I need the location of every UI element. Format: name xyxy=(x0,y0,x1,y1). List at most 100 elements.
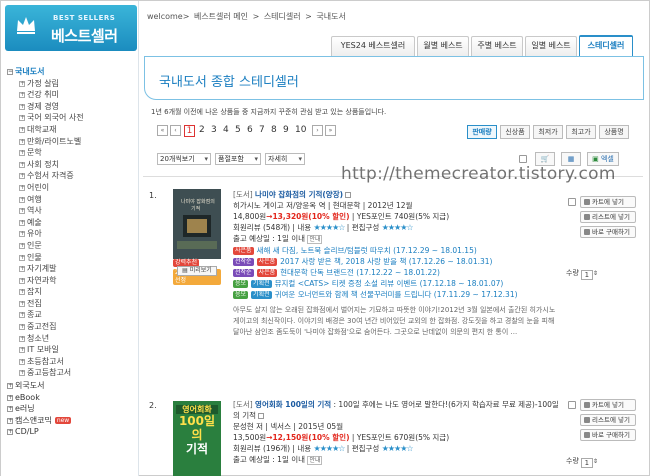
expand-icon[interactable]: + xyxy=(19,208,25,215)
sort-name[interactable]: 상품명 xyxy=(599,125,629,139)
expand-icon[interactable]: + xyxy=(19,347,25,354)
item-checkbox[interactable] xyxy=(568,198,576,206)
sidebar-subcategory[interactable]: + 인문 xyxy=(7,240,135,252)
breadcrumb-bestseller[interactable]: 베스트셀러 메인 xyxy=(194,12,248,21)
ship-info-button[interactable]: 안내 xyxy=(307,456,323,465)
expand-icon[interactable]: + xyxy=(7,406,13,413)
event-row[interactable]: 선착순 사은품 2017 사랑 받은 책, 2018 사랑 받을 책 (17.12.… xyxy=(233,256,563,267)
review-count[interactable]: 회원리뷰 (196개) | 내용 xyxy=(233,444,311,453)
book-title-link[interactable]: 나미야 잡화점의 기적 xyxy=(255,190,322,199)
sidebar-subcategory[interactable]: + 인물 xyxy=(7,252,135,264)
expand-icon[interactable]: + xyxy=(19,184,25,191)
ship-info-button[interactable]: 안내 xyxy=(307,235,323,244)
quantity-stepper[interactable]: ⇕ xyxy=(593,270,598,277)
expand-icon[interactable]: + xyxy=(19,219,25,226)
sidebar-subcategory[interactable]: + 어린이 xyxy=(7,182,135,194)
sort-sales[interactable]: 판매량 xyxy=(467,125,497,139)
page-2[interactable]: 2 xyxy=(199,125,205,136)
quantity-stepper[interactable]: ⇕ xyxy=(593,458,598,465)
sidebar-subcategory[interactable]: + 청소년 xyxy=(7,333,135,345)
sidebar-subcategory[interactable]: + 유아 xyxy=(7,228,135,240)
page-6[interactable]: 6 xyxy=(247,125,253,136)
sidebar-subcategory[interactable]: + 가정 살림 xyxy=(7,78,135,90)
page-8[interactable]: 8 xyxy=(271,125,277,136)
event-link[interactable]: 2017 사랑 받은 책, 2018 사랑 받을 책 (17.12.26 ~ 1… xyxy=(280,257,492,266)
quantity-input[interactable]: 1 xyxy=(580,458,593,468)
review-count[interactable]: 회원리뷰 (548개) | 내용 xyxy=(233,223,311,232)
buy-now-button[interactable]: 바로 구매하기 xyxy=(580,226,636,238)
page-4[interactable]: 4 xyxy=(223,125,229,136)
sort-lowest-price[interactable]: 최저가 xyxy=(533,125,563,139)
next-page-button[interactable]: › xyxy=(312,125,323,136)
expand-icon[interactable]: + xyxy=(19,277,25,284)
expand-icon[interactable]: + xyxy=(19,173,25,180)
expand-icon[interactable]: + xyxy=(19,103,25,110)
expand-icon[interactable]: + xyxy=(19,80,25,87)
expand-icon[interactable]: + xyxy=(19,254,25,261)
expand-icon[interactable]: + xyxy=(19,266,25,273)
expand-icon[interactable]: + xyxy=(19,231,25,238)
tab-steadyseller[interactable]: 스테디셀러 xyxy=(579,35,633,57)
sidebar-subcategory[interactable]: + 문학 xyxy=(7,147,135,159)
page-1[interactable]: 1 xyxy=(184,125,195,137)
tab-monthly[interactable]: 월별 베스트 xyxy=(417,36,469,56)
item-checkbox[interactable] xyxy=(568,401,576,409)
category-domestic-books[interactable]: − 국내도서 xyxy=(7,66,135,78)
expand-icon[interactable]: + xyxy=(7,383,13,390)
sidebar-subcategory[interactable]: + 중고전집 xyxy=(7,321,135,333)
event-link[interactable]: 현대문학 단독 브랜드전 (17.12.22 ~ 18.01.22) xyxy=(280,268,440,277)
expand-icon[interactable]: + xyxy=(19,138,25,145)
expand-icon[interactable]: + xyxy=(19,300,25,307)
tab-daily[interactable]: 일별 베스트 xyxy=(525,36,577,56)
sidebar-subcategory[interactable]: + 예술 xyxy=(7,217,135,229)
sidebar-subcategory[interactable]: + 수험서 자격증 xyxy=(7,170,135,182)
bestseller-logo[interactable]: BEST SELLERS 베스트셀러 xyxy=(5,5,137,51)
expand-icon[interactable]: + xyxy=(19,115,25,122)
event-row[interactable]: 응모 기획전 뮤지컬 <CATS> 티켓 증정 소설 리뷰 이벤트 (17.12.1… xyxy=(233,278,563,289)
collapse-icon[interactable]: − xyxy=(7,69,13,75)
expand-icon[interactable]: + xyxy=(19,161,25,168)
book-title-link[interactable]: 영어회화 100일의 기적 xyxy=(255,400,331,409)
book-cover-image[interactable]: 나미야 잡화점의 기적 xyxy=(173,189,221,259)
sidebar-subcategory[interactable]: + 자기계발 xyxy=(7,263,135,275)
view-mode-select[interactable]: 자세히 xyxy=(265,153,305,165)
page-3[interactable]: 3 xyxy=(211,125,217,136)
expand-icon[interactable]: + xyxy=(19,312,25,319)
sidebar-subcategory[interactable]: + 대학교재 xyxy=(7,124,135,136)
add-to-list-button[interactable]: 리스트에 넣기 xyxy=(580,211,636,223)
expand-icon[interactable]: + xyxy=(19,92,25,99)
page-7[interactable]: 7 xyxy=(259,125,265,136)
expand-icon[interactable]: + xyxy=(19,126,25,133)
first-page-button[interactable]: « xyxy=(157,125,168,136)
breadcrumb-home[interactable]: welcome> xyxy=(147,12,189,21)
sidebar-subcategory[interactable]: + 초등참고서 xyxy=(7,356,135,368)
expand-icon[interactable]: + xyxy=(19,150,25,157)
add-to-cart-button[interactable]: 카트에 넣기 xyxy=(580,196,636,208)
preview-button[interactable]: ▤ 미리보기 xyxy=(177,266,217,276)
event-link[interactable]: 새해 새 다짐, 노트북 슬리브/텀블럿 따우치 (17.12.29 ~ 18.… xyxy=(257,246,477,255)
expand-icon[interactable]: + xyxy=(19,324,25,331)
soldout-filter-select[interactable]: 품절포함 xyxy=(215,153,261,165)
event-row[interactable]: 선착순 사은품 현대문학 단독 브랜드전 (17.12.22 ~ 18.01.22) xyxy=(233,267,563,278)
expand-icon[interactable]: + xyxy=(7,417,13,424)
tab-yes24-bestseller[interactable]: YES24 베스트셀러 xyxy=(331,36,415,56)
sidebar-category[interactable]: + eBook xyxy=(7,392,135,404)
new-window-icon[interactable] xyxy=(345,192,352,198)
page-10[interactable]: 10 xyxy=(295,125,306,136)
tab-weekly[interactable]: 주별 베스트 xyxy=(471,36,523,56)
sort-new[interactable]: 신상품 xyxy=(500,125,530,139)
sidebar-subcategory[interactable]: + 역사 xyxy=(7,205,135,217)
expand-icon[interactable]: + xyxy=(19,242,25,249)
quantity-input[interactable]: 1 xyxy=(580,270,593,280)
sidebar-subcategory[interactable]: + 사회 정치 xyxy=(7,159,135,171)
sort-highest-price[interactable]: 최고가 xyxy=(566,125,596,139)
event-row[interactable]: 응모 기획전 귀여운 오너먼트와 함께 책 선물꾸러미를 드립니다 (17.11.2… xyxy=(233,289,563,300)
sidebar-category[interactable]: + 캠스앤코믹 new xyxy=(7,415,135,427)
sidebar-subcategory[interactable]: + 중고등참고서 xyxy=(7,367,135,379)
sidebar-subcategory[interactable]: + IT 모바일 xyxy=(7,344,135,356)
select-all-checkbox[interactable] xyxy=(519,155,527,163)
sidebar-subcategory[interactable]: + 잡지 xyxy=(7,286,135,298)
sidebar-subcategory[interactable]: + 건강 취미 xyxy=(7,89,135,101)
breadcrumb-steady[interactable]: 스테디셀러 xyxy=(264,12,301,21)
prev-page-button[interactable]: ‹ xyxy=(170,125,181,136)
